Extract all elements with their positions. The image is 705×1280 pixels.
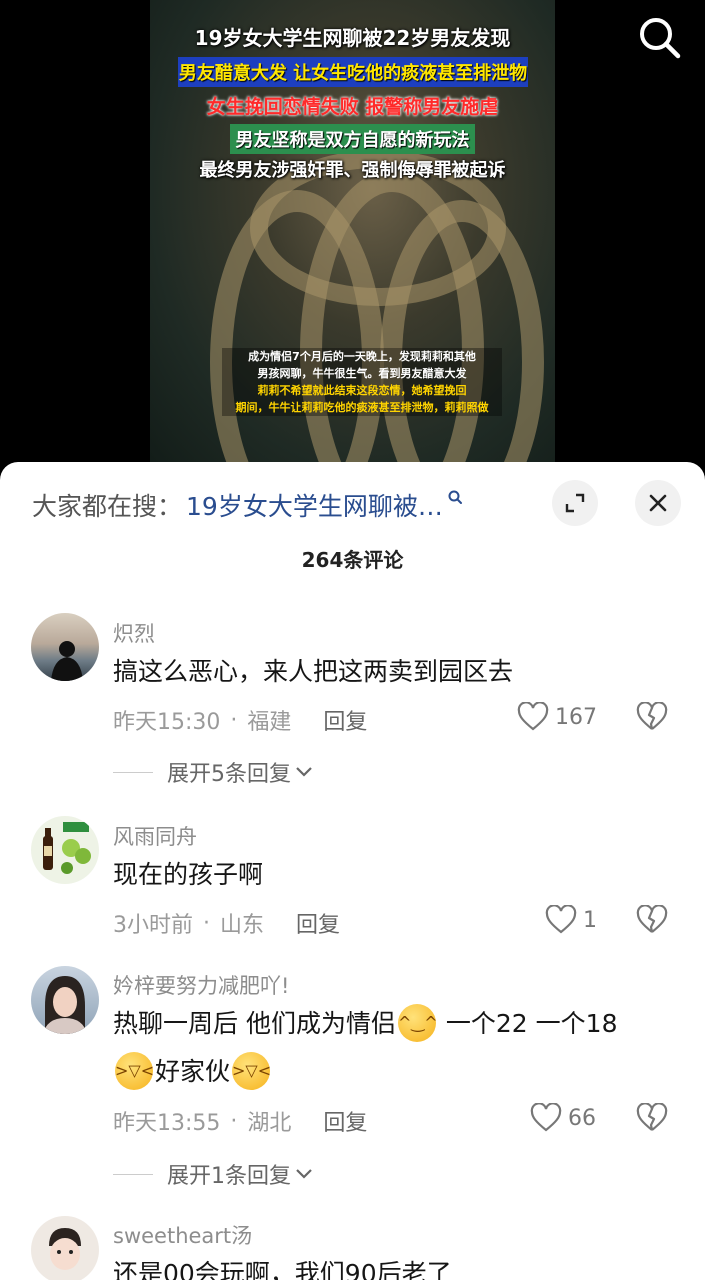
video-headline-5: 最终男友涉强奸罪、强制侮辱罪被起诉: [199, 160, 506, 181]
trending-search[interactable]: 大家都在搜： 19岁女大学生网聊被…: [32, 487, 465, 523]
comment-time: 昨天13:55: [113, 1111, 221, 1136]
subtitle-line: 期间，牛牛让莉莉吃他的痰液甚至排泄物，莉莉照做: [235, 401, 489, 414]
expand-replies[interactable]: 展开1条回复: [113, 1158, 315, 1190]
comment-time: 3小时前: [113, 913, 193, 938]
like-count: 1: [583, 907, 597, 933]
expand-replies-label: 展开5条回复: [167, 762, 291, 787]
reply-button[interactable]: 回复: [323, 1105, 367, 1137]
comment-item: 妗梓要努力减肥吖! 热聊一周后 他们成为情侣 ^‿^ 一个22 一个18 >▽<好…: [0, 964, 705, 1194]
comment-meta: 昨天13:55 · 湖北 回复: [113, 1105, 367, 1137]
like-button[interactable]: 1: [545, 905, 597, 935]
magnifier-icon: [448, 490, 462, 504]
heart-icon: [545, 905, 577, 934]
broken-heart-icon: [636, 904, 668, 933]
video-headline-4: 男友坚称是双方自愿的新玩法: [230, 124, 475, 154]
avatar[interactable]: [31, 1216, 99, 1280]
chevron-down-icon: [296, 1169, 312, 1179]
subtitle-line: 男孩网聊，牛牛很生气。看到男友醋意大发: [257, 367, 467, 380]
dislike-button[interactable]: [636, 1102, 668, 1137]
comment-text: 还是00会玩啊，我们90后老了: [113, 1259, 452, 1280]
dislike-button[interactable]: [636, 904, 668, 939]
video-subtitle: 成为情侣7个月后的一天晚上，发现莉莉和其他 男孩网聊，牛牛很生气。看到男友醋意大…: [222, 348, 502, 416]
comment-text: 热聊一周后 他们成为情侣 ^‿^ 一个22 一个18 >▽<好家伙 >▽<: [113, 1000, 673, 1096]
like-button[interactable]: 66: [530, 1103, 596, 1133]
expand-button[interactable]: [552, 480, 598, 526]
video-player[interactable]: 19岁女大学生网聊被22岁男友发现 男友醋意大发 让女生吃他的痰液甚至排泄物 女…: [0, 0, 705, 470]
comment-time: 昨天15:30: [113, 710, 221, 735]
reply-button[interactable]: 回复: [296, 907, 340, 939]
trending-query[interactable]: 19岁女大学生网聊被…: [186, 487, 443, 523]
comment-meta: 昨天15:30 · 福建 回复: [113, 704, 367, 736]
reply-button[interactable]: 回复: [323, 704, 367, 736]
like-count: 66: [568, 1105, 596, 1131]
heart-icon: [530, 1103, 562, 1132]
username[interactable]: 炽烈: [113, 618, 155, 648]
comment-text: 现在的孩子啊: [113, 860, 264, 889]
like-count: 167: [555, 704, 597, 730]
trending-label: 大家都在搜：: [32, 492, 183, 521]
comment-location: 湖北: [247, 1111, 292, 1136]
heart-icon: [517, 702, 549, 731]
video-headline-3: 女生挽回恋情失败 报警称男友施虐: [206, 96, 499, 118]
avatar[interactable]: [31, 613, 99, 681]
comment-location: 福建: [247, 710, 292, 735]
comment-item: 炽烈 搞这么恶心，来人把这两卖到园区去 昨天15:30 · 福建 回复 167 …: [0, 610, 705, 790]
broken-heart-icon: [636, 1102, 668, 1131]
comment-text: 搞这么恶心，来人把这两卖到园区去: [113, 657, 514, 686]
username[interactable]: sweetheart汤: [113, 1220, 252, 1250]
search-button[interactable]: [636, 14, 682, 60]
comment-location: 山东: [220, 913, 265, 938]
comment-count: 264条评论: [301, 548, 404, 572]
username[interactable]: 风雨同舟: [113, 821, 197, 851]
avatar[interactable]: [31, 966, 99, 1034]
avatar[interactable]: [31, 816, 99, 884]
expand-replies[interactable]: 展开5条回复: [113, 756, 315, 788]
close-icon: [649, 494, 667, 512]
expand-replies-label: 展开1条回复: [167, 1164, 291, 1189]
crying-laugh-emoji: >▽<: [115, 1052, 154, 1090]
broken-heart-icon: [636, 701, 668, 730]
like-button[interactable]: 167: [517, 702, 597, 732]
chevron-down-icon: [296, 767, 312, 777]
video-headline-2: 男友醋意大发 让女生吃他的痰液甚至排泄物: [178, 57, 528, 87]
expand-icon: [565, 493, 585, 513]
video-headline-1: 19岁女大学生网聊被22岁男友发现: [194, 26, 511, 50]
subtitle-line: 成为情侣7个月后的一天晚上，发现莉莉和其他: [248, 350, 476, 363]
sweat-smile-emoji: ^‿^: [397, 1004, 438, 1042]
subtitle-line: 莉莉不希望就此结束这段恋情，她希望挽回: [257, 384, 467, 397]
comment-item: 风雨同舟 现在的孩子啊 3小时前 · 山东 回复 1: [0, 813, 705, 938]
username[interactable]: 妗梓要努力减肥吖!: [113, 970, 289, 1000]
comment-item: sweetheart汤 还是00会玩啊，我们90后老了: [0, 1214, 705, 1280]
search-icon: [640, 18, 681, 59]
crying-laugh-emoji: >▽<: [232, 1052, 271, 1090]
comment-sheet: 大家都在搜： 19岁女大学生网聊被… 264条评论 炽烈 搞这么恶心，来人把这两…: [0, 462, 705, 1280]
dislike-button[interactable]: [636, 701, 668, 736]
close-button[interactable]: [635, 480, 681, 526]
comment-meta: 3小时前 · 山东 回复: [113, 907, 340, 939]
